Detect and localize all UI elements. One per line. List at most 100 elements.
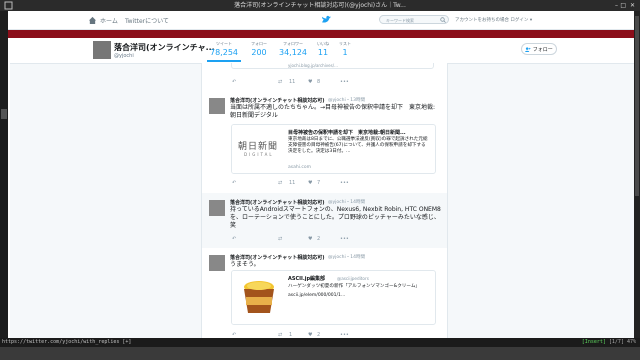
search-input[interactable]: キーワード検索 — [379, 15, 449, 24]
profile-avatar[interactable] — [92, 40, 112, 60]
taskbar — [0, 347, 640, 360]
insert-mode: [Insert] — [581, 339, 606, 345]
twitter-bird-icon[interactable] — [321, 15, 332, 24]
like-icon[interactable]: ♥ — [308, 180, 312, 186]
maximize-icon[interactable]: □ — [620, 2, 626, 9]
stat-label: フォロワー — [283, 41, 303, 46]
asahi-logo-text: 朝日新聞 — [238, 142, 279, 152]
left-scroll-thumb[interactable] — [1, 109, 7, 119]
stat-following[interactable]: フォロー 200 — [245, 41, 273, 57]
like-count: 8 — [317, 79, 321, 85]
status-mode: [Insert] [1/7] 47% — [582, 338, 636, 347]
card-title: ASCII.jp編集部 — [288, 276, 326, 282]
follow-button-label: フォロー — [532, 47, 553, 53]
reply-icon[interactable]: ↶ — [232, 180, 236, 186]
more-icon[interactable]: ••• — [340, 236, 349, 242]
avatar[interactable] — [209, 255, 225, 271]
retweet-count: 11 — [289, 180, 296, 186]
card-description: ハーゲンダッツ初夏の新作「アルフォンソマンゴー&クリーム」 — [288, 284, 421, 289]
tweet-author[interactable]: 落合洋司(オンラインチャット相談対応可) — [230, 97, 325, 104]
search-icon[interactable] — [440, 17, 446, 23]
stat-label: リスト — [339, 41, 351, 46]
stat-tweets[interactable]: ツイート 78,254 — [207, 41, 241, 57]
stat-followers[interactable]: フォロワー 34,124 — [276, 41, 310, 57]
like-icon[interactable]: ♥ — [308, 79, 312, 85]
like-count: 7 — [317, 180, 321, 186]
stat-label: いいね — [317, 41, 329, 46]
more-icon[interactable]: ••• — [340, 79, 349, 85]
card-url: ascii.jp/elem/000/001/1... — [288, 293, 346, 298]
reply-icon[interactable]: ↶ — [232, 236, 236, 242]
left-panel — [8, 63, 10, 338]
like-icon[interactable]: ♥ — [308, 236, 312, 242]
profile-name[interactable]: 落合洋司(オンラインチャ... — [114, 42, 215, 53]
stat-value: 78,254 — [210, 48, 238, 57]
active-tab-indicator — [207, 60, 241, 62]
ice-cream-image — [244, 281, 274, 313]
stat-value: 200 — [251, 48, 267, 57]
window-titlebar: 落合洋司(オンラインチャット相談対応可)(@yjochi)さん｜Tw... – … — [0, 0, 640, 11]
retweet-icon[interactable]: ⇄ — [278, 180, 282, 186]
status-url: https://twitter.com/yjochi/with_replies … — [2, 339, 132, 345]
card-thumbnail: 朝日新聞 DIGITAL — [232, 125, 286, 173]
right-scroll-thumb[interactable] — [635, 16, 639, 196]
login-link[interactable]: アカウントをお持ちの場合 ログイン ▾ — [455, 17, 532, 23]
scroll-position: [1/7] 47% — [608, 339, 636, 345]
profile-banner — [8, 30, 634, 38]
tweet-actions: ↶ ⇄ 11 ♥ 8 ••• — [232, 79, 382, 87]
card-description: 東京地裁は8日までに、公職選挙法違反(買収)の罪で起訴された元総支障侵害の目母神… — [288, 137, 428, 154]
card-title: 目母神被告の保釈申請を却下 東京地裁:朝日新聞... — [288, 130, 406, 136]
right-scrollbar[interactable] — [634, 11, 640, 338]
left-scrollbar[interactable] — [0, 11, 8, 338]
card-url: asahi.com — [288, 165, 312, 170]
stat-value: 11 — [317, 48, 329, 57]
tweet-actions: ↶ ⇄ ♥ 2 ••• — [232, 236, 382, 244]
add-user-icon — [525, 47, 531, 52]
tweet-text: 持っているAndroidスマートフォンの、Nexus6, Nexbit Robi… — [230, 206, 441, 229]
follow-button[interactable]: フォロー — [521, 43, 557, 55]
nav-home[interactable]: ホーム — [100, 16, 118, 25]
card-handle: @asciijpeditors — [337, 276, 369, 281]
stat-value: 34,124 — [279, 48, 307, 57]
avatar[interactable] — [209, 200, 225, 216]
home-icon[interactable] — [88, 16, 97, 24]
tweet-item[interactable]: 落合洋司(オンラインチャット相談対応可) @yjochi・13時間 当面は所属不… — [202, 91, 447, 194]
profile-handle: @yjochi — [114, 53, 134, 59]
stat-label: ツイート — [216, 41, 232, 46]
tweet-handle[interactable]: @yjochi・14時間 — [328, 254, 365, 260]
tweet-text: 当面は所属不適しのたちちゃん。→目母神被告の保釈申請を却下 東京地裁: 朝日新聞… — [230, 104, 436, 119]
stat-label: フォロー — [251, 41, 267, 46]
profile-nav-bar: 落合洋司(オンラインチャ... @yjochi ツイート 78,254 フォロー… — [8, 38, 634, 64]
tweet-handle[interactable]: @yjochi・14時間 — [328, 199, 365, 205]
retweet-icon[interactable]: ⇄ — [278, 236, 282, 242]
tweet-author[interactable]: 落合洋司(オンラインチャット相談対応可) — [230, 254, 325, 261]
card-thumbnail — [232, 271, 286, 324]
close-icon[interactable]: ✕ — [630, 2, 635, 9]
link-card[interactable]: 朝日新聞 DIGITAL 目母神被告の保釈申請を却下 東京地裁:朝日新聞... … — [231, 124, 436, 174]
retweet-icon[interactable]: ⇄ — [278, 79, 282, 85]
tweet-text: うまそう。 — [230, 261, 260, 268]
stat-lists[interactable]: リスト 1 — [338, 41, 352, 57]
more-icon[interactable]: ••• — [340, 180, 349, 186]
timeline[interactable]: yjochi.blog.jp/archives/... ↶ ⇄ 11 ♥ 8 •… — [201, 63, 448, 338]
retweet-count: 11 — [289, 79, 296, 85]
reply-icon[interactable]: ↶ — [232, 79, 236, 85]
tweet-author[interactable]: 落合洋司(オンラインチャット相談対応可) — [230, 199, 325, 206]
link-card[interactable]: ASCII.jp編集部 @asciijpeditors ハーゲンダッツ初夏の新作… — [231, 270, 436, 325]
tweet-card-partial[interactable]: yjochi.blog.jp/archives/... — [231, 63, 434, 69]
window-title: 落合洋司(オンラインチャット相談対応可)(@yjochi)さん｜Tw... — [234, 2, 406, 9]
like-count: 2 — [317, 236, 321, 242]
top-navigation: ホーム Twitterについて キーワード検索 アカウントをお持ちの場合 ログイ… — [8, 11, 634, 30]
nav-about[interactable]: Twitterについて — [125, 16, 169, 25]
tweet-handle[interactable]: @yjochi・13時間 — [328, 97, 365, 103]
stat-likes[interactable]: いいね 11 — [313, 41, 333, 57]
tweet-actions: ↶ ⇄ 11 ♥ 7 ••• — [232, 180, 382, 188]
asahi-logo-sub: DIGITAL — [244, 152, 274, 157]
tweet-item[interactable]: 落合洋司(オンラインチャット相談対応可) @yjochi・14時間 うまそう。 … — [202, 248, 447, 338]
tweet-item[interactable]: 落合洋司(オンラインチャット相談対応可) @yjochi・14時間 持っているA… — [202, 193, 447, 249]
stat-value: 1 — [342, 48, 348, 57]
minimize-icon[interactable]: – — [615, 2, 618, 9]
avatar[interactable] — [209, 98, 225, 114]
tweet-item[interactable]: yjochi.blog.jp/archives/... ↶ ⇄ 11 ♥ 8 •… — [202, 63, 447, 92]
status-bar: https://twitter.com/yjochi/with_replies … — [0, 338, 640, 347]
